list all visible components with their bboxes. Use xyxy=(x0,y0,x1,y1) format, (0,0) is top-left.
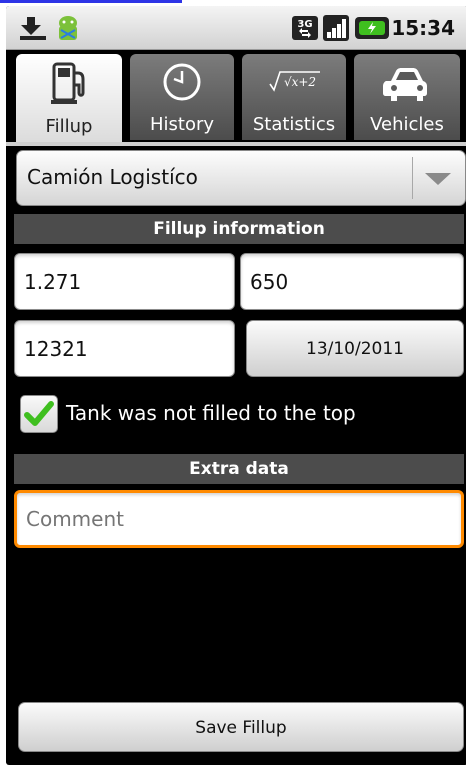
partial-fill-row[interactable]: Tank was not filled to the top xyxy=(16,392,466,436)
tab-vehicles[interactable]: Vehicles xyxy=(354,54,460,140)
comment-input[interactable] xyxy=(14,490,464,548)
tab-history[interactable]: History xyxy=(130,54,234,140)
save-fillup-button[interactable]: Save Fillup xyxy=(18,702,464,752)
tab-bar: Fillup History √x+2 Statistics Vehicles xyxy=(6,54,466,142)
vehicle-spinner[interactable]: Camión Logistíco xyxy=(16,150,466,206)
network-3g-icon: 3G xyxy=(292,14,318,46)
formula-icon-text: √x+2 xyxy=(284,75,316,89)
car-icon xyxy=(383,61,431,107)
download-complete-icon xyxy=(18,14,48,46)
formula-icon: √x+2 xyxy=(266,66,322,104)
clock-icon xyxy=(161,61,203,107)
tab-statistics[interactable]: √x+2 Statistics xyxy=(242,54,346,140)
status-bar: 3G 15:34 xyxy=(6,6,466,50)
odometer-field[interactable]: 12321 xyxy=(14,320,235,377)
tab-fillup[interactable]: Fillup xyxy=(16,54,122,142)
extra-data-header: Extra data xyxy=(14,454,464,484)
fillup-info-header: Fillup information xyxy=(14,214,464,244)
phone-screen: 3G 15:34 Fillup History √x+2 Statistics … xyxy=(6,6,466,765)
status-clock: 15:34 xyxy=(391,16,455,40)
date-picker-button[interactable]: 13/10/2011 xyxy=(246,320,464,377)
fuel-pump-icon xyxy=(50,61,88,109)
price-field[interactable]: 650 xyxy=(240,253,464,310)
partial-fill-label: Tank was not filled to the top xyxy=(66,401,356,425)
network-3g-badge: 3G xyxy=(297,19,312,30)
android-debug-icon xyxy=(52,14,84,48)
tab-underline xyxy=(6,142,466,146)
fuel-amount-field[interactable]: 1.271 xyxy=(14,253,235,310)
tab-fillup-label: Fillup xyxy=(45,116,93,137)
spinner-divider xyxy=(412,157,413,199)
tab-vehicles-label: Vehicles xyxy=(370,114,444,135)
vehicle-spinner-value: Camión Logistíco xyxy=(27,165,198,189)
partial-fill-checkbox[interactable] xyxy=(20,395,58,433)
tab-history-label: History xyxy=(149,114,215,135)
checkmark-icon xyxy=(24,401,54,426)
tab-statistics-label: Statistics xyxy=(252,114,336,135)
top-edge-line xyxy=(0,0,182,3)
signal-icon xyxy=(322,14,350,46)
dropdown-arrow-icon xyxy=(425,173,451,185)
battery-icon xyxy=(354,14,392,46)
